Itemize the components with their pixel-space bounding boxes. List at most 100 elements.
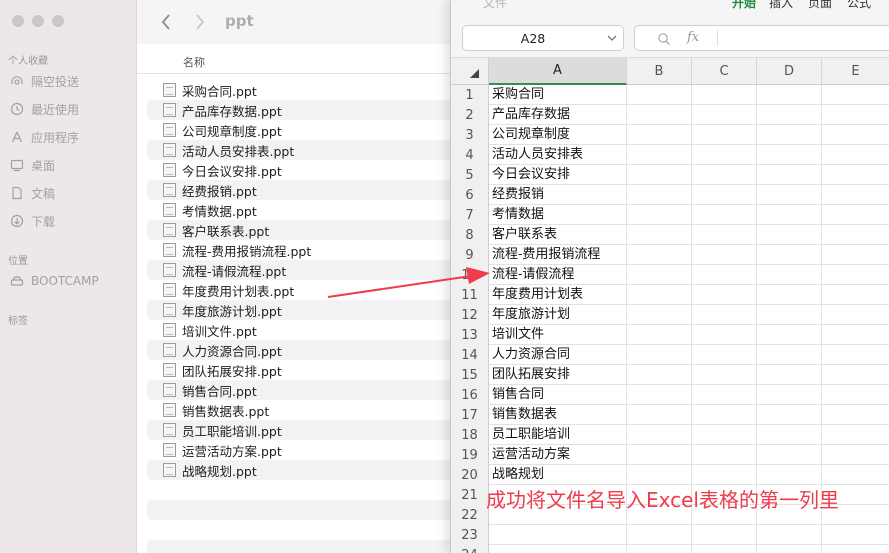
column-header-a[interactable]: A [489,58,627,85]
row-header[interactable]: 8 [451,225,489,245]
empty-row [147,520,451,540]
file-row[interactable]: 今日会议安排.ppt [147,160,451,180]
cell-a[interactable]: 年度费用计划表 [489,285,627,305]
cell-a[interactable]: 今日会议安排 [489,165,627,185]
row-header[interactable]: 21 [451,485,489,505]
sidebar-item-documents[interactable]: 文稿 [10,183,55,203]
cell-a[interactable]: 公司规章制度 [489,125,627,145]
file-row[interactable]: 团队拓展安排.ppt [147,360,451,380]
file-row[interactable]: 培训文件.ppt [147,320,451,340]
ribbon-tab[interactable]: 公式 [847,0,871,11]
cell-a[interactable]: 人力资源合同 [489,345,627,365]
cell-a[interactable]: 采购合同 [489,85,627,105]
row-header[interactable]: 14 [451,345,489,365]
file-row[interactable]: 流程-费用报销流程.ppt [147,240,451,260]
cell-a[interactable]: 团队拓展安排 [489,365,627,385]
ribbon-tab[interactable]: 开始 [732,0,756,11]
file-row[interactable]: 采购合同.ppt [147,80,451,100]
file-row[interactable]: 年度费用计划表.ppt [147,280,451,300]
cell-a[interactable]: 培训文件 [489,325,627,345]
sidebar-item-airdrop[interactable]: 隔空投送 [10,71,79,91]
name-column-header[interactable]: 名称 [137,50,451,74]
cell-a[interactable]: 运营活动方案 [489,445,627,465]
row-header[interactable]: 13 [451,325,489,345]
file-row[interactable]: 活动人员安排表.ppt [147,140,451,160]
sidebar-item-applications[interactable]: 应用程序 [10,127,79,147]
column-header-label: 名称 [183,56,205,69]
cell-a[interactable]: 战略规划 [489,465,627,485]
fx-icon[interactable]: fx [687,30,699,45]
row-header[interactable]: 10 [451,265,489,285]
ribbon-tab[interactable]: 插入 [769,0,793,11]
ppt-file-icon [163,163,176,177]
cell-a[interactable]: 销售合同 [489,385,627,405]
file-row[interactable]: 年度旅游计划.ppt [147,300,451,320]
name-box[interactable]: A28 [462,25,624,51]
cell-a[interactable] [489,525,627,545]
cell-a[interactable]: 经费报销 [489,185,627,205]
row-header[interactable]: 22 [451,505,489,525]
file-row[interactable]: 公司规章制度.ppt [147,120,451,140]
forward-chevron-icon[interactable] [193,12,207,32]
chevron-down-icon[interactable] [607,35,617,42]
zoom-search-icon[interactable] [657,32,671,46]
column-header-c[interactable]: C [692,58,757,85]
file-row[interactable]: 客户联系表.ppt [147,220,451,240]
file-row[interactable]: 销售数据表.ppt [147,400,451,420]
file-name: 今日会议安排.ppt [182,163,282,179]
cell-a[interactable]: 销售数据表 [489,405,627,425]
row-header[interactable]: 11 [451,285,489,305]
cell-a[interactable]: 客户联系表 [489,225,627,245]
row-header[interactable]: 4 [451,145,489,165]
file-row[interactable]: 经费报销.ppt [147,180,451,200]
row-header[interactable]: 18 [451,425,489,445]
file-row[interactable]: 员工职能培训.ppt [147,420,451,440]
row-header[interactable]: 20 [451,465,489,485]
cell-a[interactable]: 考情数据 [489,205,627,225]
cell-a[interactable]: 流程-费用报销流程 [489,245,627,265]
cell-a[interactable]: 流程-请假流程 [489,265,627,285]
sidebar-item-recents[interactable]: 最近使用 [10,99,79,119]
row-header[interactable]: 9 [451,245,489,265]
cell-a[interactable]: 年度旅游计划 [489,305,627,325]
row-header[interactable]: 12 [451,305,489,325]
minimize-window-button[interactable] [32,15,44,27]
cell-a[interactable]: 产品库存数据 [489,105,627,125]
formula-input[interactable]: fx [634,25,889,51]
cell-a[interactable] [489,545,627,553]
close-window-button[interactable] [12,15,24,27]
sidebar-item-downloads[interactable]: 下载 [10,211,55,231]
row-header[interactable]: 19 [451,445,489,465]
row-header[interactable]: 5 [451,165,489,185]
cell-a[interactable]: 员工职能培训 [489,425,627,445]
row-header[interactable]: 15 [451,365,489,385]
file-row[interactable]: 运营活动方案.ppt [147,440,451,460]
file-row[interactable]: 人力资源合同.ppt [147,340,451,360]
row-header[interactable]: 7 [451,205,489,225]
cell-a[interactable]: 活动人员安排表 [489,145,627,165]
file-row[interactable]: 流程-请假流程.ppt [147,260,451,280]
row-header[interactable]: 2 [451,105,489,125]
zoom-window-button[interactable] [52,15,64,27]
row-header[interactable]: 1 [451,85,489,105]
file-row[interactable]: 产品库存数据.ppt [147,100,451,120]
sheet-row: 10 流程-请假流程 [451,265,889,285]
row-header[interactable]: 17 [451,405,489,425]
ribbon-tab[interactable]: 页面 [808,0,832,11]
row-header[interactable]: 24 [451,545,489,553]
file-row[interactable]: 考情数据.ppt [147,200,451,220]
column-header-e[interactable]: E [822,58,889,85]
file-row[interactable]: 销售合同.ppt [147,380,451,400]
row-header[interactable]: 3 [451,125,489,145]
select-all-corner[interactable] [451,58,489,85]
column-header-d[interactable]: D [757,58,822,85]
column-header-b[interactable]: B [627,58,692,85]
row-header[interactable]: 16 [451,385,489,405]
ribbon-tab[interactable]: 文件 [483,0,507,11]
sidebar-item-desktop[interactable]: 桌面 [10,155,55,175]
row-header[interactable]: 6 [451,185,489,205]
row-header[interactable]: 23 [451,525,489,545]
back-chevron-icon[interactable] [159,12,173,32]
file-row[interactable]: 战略规划.ppt [147,460,451,480]
sidebar-item-bootcamp[interactable]: BOOTCAMP [10,271,99,291]
